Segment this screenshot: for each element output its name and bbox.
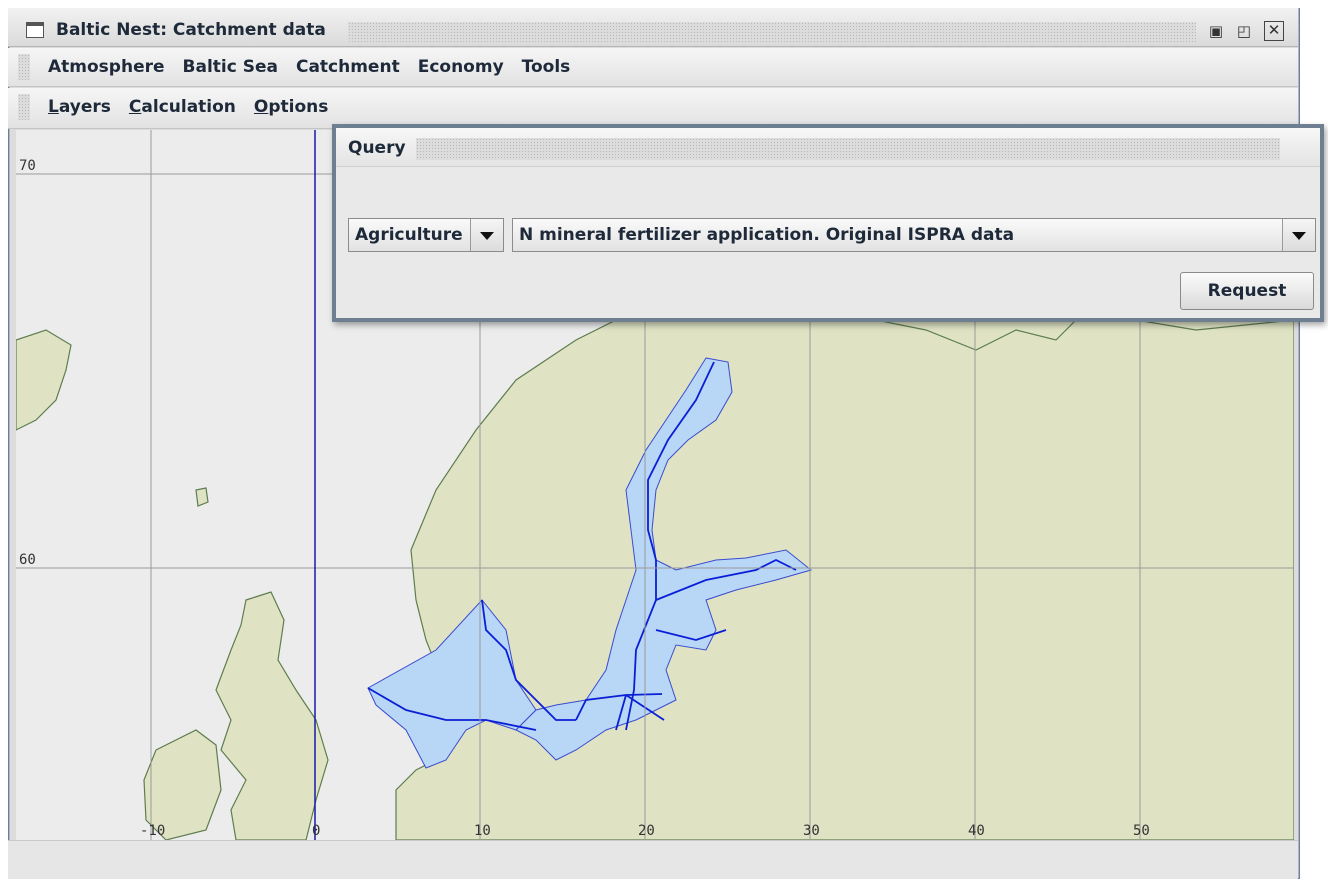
- land-iceland: [16, 329, 72, 431]
- menu-layers[interactable]: Layers: [48, 97, 120, 117]
- close-icon[interactable]: ✕: [1264, 21, 1284, 41]
- title-drag-area[interactable]: [348, 22, 1196, 42]
- chevron-down-icon[interactable]: [1282, 219, 1315, 251]
- menu-calculation[interactable]: Calculation: [120, 97, 245, 117]
- menu-atmosphere[interactable]: Atmosphere: [48, 57, 174, 77]
- menu-catchment[interactable]: Catchment: [287, 57, 409, 77]
- menu-tools[interactable]: Tools: [513, 57, 580, 77]
- lon-label-10: 10: [474, 823, 491, 839]
- lon-label-minus10: -10: [140, 823, 165, 839]
- menu-options[interactable]: Options: [245, 97, 337, 117]
- lat-label-60: 60: [19, 552, 36, 568]
- window-title: Baltic Nest: Catchment data: [56, 20, 326, 40]
- main-menubar: Atmosphere Baltic Sea Catchment Economy …: [8, 48, 1298, 87]
- land-great-britain: [215, 591, 329, 840]
- query-header: Query: [336, 128, 1320, 167]
- menu-calculation-label: alculation: [141, 97, 236, 117]
- title-bar: Baltic Nest: Catchment data ▣ ◰ ✕: [8, 8, 1298, 47]
- category-value: Agriculture: [355, 225, 463, 245]
- menu-options-mnemonic: O: [253, 97, 269, 117]
- lon-label-50: 50: [1133, 823, 1150, 839]
- status-bar: [8, 840, 1298, 879]
- chevron-down-icon[interactable]: [470, 219, 503, 251]
- query-title: Query: [348, 138, 406, 158]
- menu-baltic-sea[interactable]: Baltic Sea: [174, 57, 287, 77]
- dataset-select[interactable]: N mineral fertilizer application. Origin…: [512, 218, 1316, 252]
- land-faroe: [195, 487, 209, 507]
- request-button[interactable]: Request: [1180, 272, 1314, 310]
- lon-label-30: 30: [803, 823, 820, 839]
- menu-economy[interactable]: Economy: [409, 57, 513, 77]
- lat-label-70: 70: [19, 158, 36, 174]
- menubar-grip[interactable]: [18, 54, 30, 80]
- menu-layers-mnemonic: L: [48, 97, 59, 117]
- query-panel: Query Agriculture N mineral fertilizer a…: [332, 124, 1324, 322]
- maximize-icon[interactable]: ◰: [1234, 21, 1254, 41]
- minimize-icon[interactable]: ▣: [1206, 21, 1226, 41]
- menu-options-label: ptions: [268, 97, 329, 117]
- lon-label-0: 0: [312, 823, 320, 839]
- window-icon: [26, 22, 44, 38]
- category-select[interactable]: Agriculture: [348, 218, 504, 252]
- lon-label-40: 40: [968, 823, 985, 839]
- sub-menubar: Layers Calculation Options: [8, 88, 1298, 129]
- query-drag-area[interactable]: [416, 138, 1280, 160]
- menu-calculation-mnemonic: C: [128, 97, 142, 117]
- dataset-value: N mineral fertilizer application. Origin…: [519, 225, 1015, 245]
- menu-layers-label: ayers: [58, 97, 111, 117]
- lon-label-20: 20: [638, 823, 655, 839]
- land-scandinavia-europe: [395, 259, 1294, 840]
- submenubar-grip[interactable]: [18, 94, 30, 120]
